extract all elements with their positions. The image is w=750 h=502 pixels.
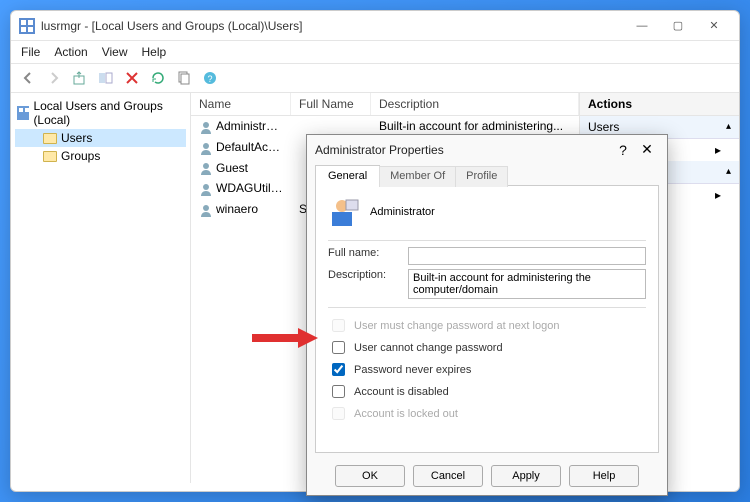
- tree-node-users[interactable]: Users: [15, 129, 186, 147]
- menu-file[interactable]: File: [21, 45, 40, 59]
- folder-icon: [43, 133, 57, 144]
- tree-label: Groups: [61, 149, 100, 163]
- col-description[interactable]: Description: [371, 93, 579, 115]
- svg-text:?: ?: [207, 74, 212, 84]
- col-name[interactable]: Name: [191, 93, 291, 115]
- dialog-title: Administrator Properties: [315, 143, 611, 157]
- check-never-expires[interactable]: Password never expires: [328, 360, 646, 379]
- show-hide-button[interactable]: [95, 67, 117, 89]
- check-cannot-change[interactable]: User cannot change password: [328, 338, 646, 357]
- user-icon: [328, 196, 360, 228]
- server-icon: [17, 106, 29, 120]
- fullname-label: Full name:: [328, 247, 408, 259]
- tree-label: Users: [61, 131, 92, 145]
- collapse-arrow-icon: ▴: [726, 121, 731, 132]
- tree-node-groups[interactable]: Groups: [15, 147, 186, 165]
- menubar: File Action View Help: [11, 41, 739, 64]
- window-title: lusrmgr - [Local Users and Groups (Local…: [41, 19, 625, 33]
- export-button[interactable]: [173, 67, 195, 89]
- tab-general[interactable]: General: [315, 165, 380, 186]
- folder-icon: [43, 151, 57, 162]
- toolbar: ?: [11, 64, 739, 93]
- back-button[interactable]: [17, 67, 39, 89]
- fullname-input[interactable]: [408, 247, 646, 265]
- menu-view[interactable]: View: [102, 45, 128, 59]
- apply-button[interactable]: Apply: [491, 465, 561, 487]
- col-fullname[interactable]: Full Name: [291, 93, 371, 115]
- tab-profile[interactable]: Profile: [455, 166, 508, 187]
- cancel-button[interactable]: Cancel: [413, 465, 483, 487]
- help-button[interactable]: ?: [199, 67, 221, 89]
- description-label: Description:: [328, 269, 408, 281]
- tree-root-label: Local Users and Groups (Local): [33, 99, 184, 127]
- collapse-arrow-icon: ▴: [726, 166, 731, 177]
- titlebar: lusrmgr - [Local Users and Groups (Local…: [11, 11, 739, 41]
- properties-dialog: Administrator Properties ? ✕ General Mem…: [306, 134, 668, 496]
- forward-button[interactable]: [43, 67, 65, 89]
- app-icon: [19, 18, 35, 34]
- minimize-button[interactable]: —: [625, 15, 659, 37]
- maximize-button[interactable]: ▢: [661, 15, 695, 37]
- tree-panel: Local Users and Groups (Local) Users Gro…: [11, 93, 191, 483]
- dialog-help-button[interactable]: ?: [611, 142, 635, 158]
- actions-title: Actions: [580, 93, 739, 116]
- close-button[interactable]: ✕: [697, 15, 731, 37]
- menu-action[interactable]: Action: [54, 45, 87, 59]
- ok-button[interactable]: OK: [335, 465, 405, 487]
- help-button[interactable]: Help: [569, 465, 639, 487]
- tree-root[interactable]: Local Users and Groups (Local): [15, 97, 186, 129]
- check-locked: Account is locked out: [328, 404, 646, 423]
- delete-button[interactable]: [121, 67, 143, 89]
- refresh-button[interactable]: [147, 67, 169, 89]
- check-must-change: User must change password at next logon: [328, 316, 646, 335]
- username-display: Administrator: [370, 206, 435, 218]
- description-input[interactable]: [408, 269, 646, 299]
- up-button[interactable]: [69, 67, 91, 89]
- check-disabled[interactable]: Account is disabled: [328, 382, 646, 401]
- menu-help[interactable]: Help: [142, 45, 167, 59]
- tab-memberof[interactable]: Member Of: [379, 166, 456, 187]
- dialog-close-button[interactable]: ✕: [635, 141, 659, 158]
